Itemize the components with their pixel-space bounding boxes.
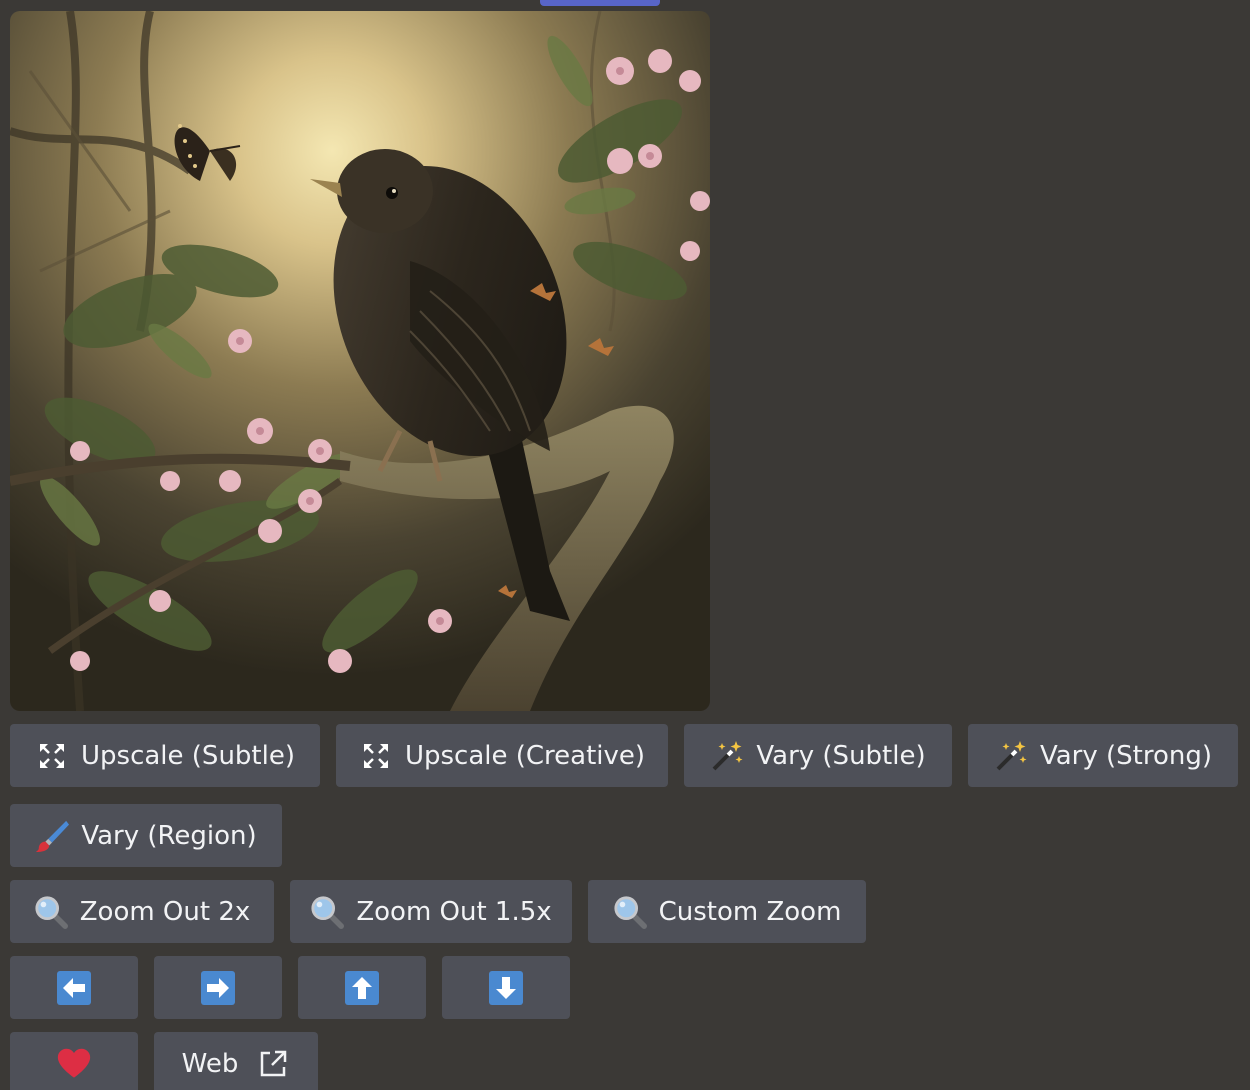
pan-right-button[interactable] [154, 956, 282, 1019]
bird-painting [10, 11, 710, 711]
web-link-button[interactable]: Web [154, 1032, 318, 1090]
pan-up-button[interactable] [298, 956, 426, 1019]
custom-zoom-label: Custom Zoom [658, 896, 842, 927]
heart-icon [57, 1047, 91, 1081]
zoom-out-1-5x-button[interactable]: Zoom Out 1.5x [290, 880, 572, 943]
arrow-right-icon [201, 970, 235, 1005]
favorite-button[interactable] [10, 1032, 138, 1090]
upscale-creative-button[interactable]: Upscale (Creative) [336, 724, 668, 787]
expand-arrows-icon [35, 739, 69, 773]
web-label: Web [181, 1048, 239, 1079]
zoom-out-1-5x-label: Zoom Out 1.5x [356, 896, 552, 927]
upscale-subtle-button[interactable]: Upscale (Subtle) [10, 724, 320, 787]
magnifier-icon [34, 895, 68, 929]
magic-wand-icon [710, 739, 744, 773]
paintbrush-icon [35, 819, 70, 853]
custom-zoom-button[interactable]: Custom Zoom [588, 880, 866, 943]
external-link-icon [256, 1047, 290, 1081]
vary-subtle-label: Vary (Subtle) [756, 740, 926, 771]
vary-subtle-button[interactable]: Vary (Subtle) [684, 724, 952, 787]
vary-strong-button[interactable]: Vary (Strong) [968, 724, 1238, 787]
vary-region-button[interactable]: Vary (Region) [10, 804, 282, 867]
zoom-out-2x-button[interactable]: Zoom Out 2x [10, 880, 274, 943]
arrow-left-icon [57, 970, 91, 1005]
upscale-subtle-label: Upscale (Subtle) [81, 740, 295, 771]
mention-pill [540, 0, 660, 6]
magnifier-icon [613, 895, 647, 929]
magic-wand-icon [994, 739, 1028, 773]
expand-arrows-icon [359, 739, 393, 773]
arrow-down-icon [489, 970, 523, 1005]
upscale-creative-label: Upscale (Creative) [404, 740, 646, 771]
magnifier-icon [310, 895, 345, 929]
vary-strong-label: Vary (Strong) [1039, 740, 1213, 771]
previous-message-strip [0, 0, 1250, 10]
zoom-out-2x-label: Zoom Out 2x [79, 896, 251, 927]
generated-image[interactable] [10, 11, 710, 711]
message-content: Upscale (Subtle) Upscale (Creative) Vary… [0, 0, 1250, 1090]
pan-left-button[interactable] [10, 956, 138, 1019]
pan-down-button[interactable] [442, 956, 570, 1019]
vary-region-label: Vary (Region) [81, 820, 257, 851]
arrow-up-icon [345, 970, 379, 1005]
